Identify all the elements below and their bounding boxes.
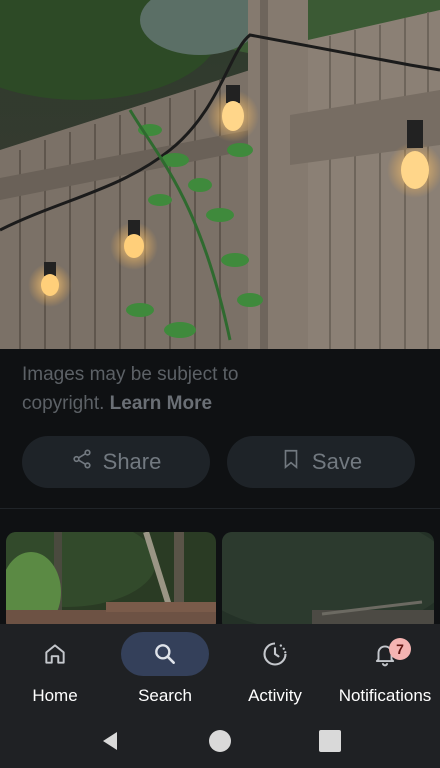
share-label: Share: [102, 449, 162, 474]
nav-home-label: Home: [32, 686, 78, 705]
hero-image[interactable]: [0, 0, 440, 349]
search-icon: [121, 632, 209, 676]
home-circle-icon[interactable]: [200, 714, 240, 768]
nav-activity-label: Activity: [248, 686, 302, 705]
back-icon[interactable]: [90, 714, 130, 768]
bell-icon: 7: [341, 632, 429, 676]
share-icon: [71, 448, 93, 476]
nav-home[interactable]: Home: [0, 624, 110, 714]
divider: [0, 508, 440, 509]
system-navigation-bar: [0, 714, 440, 768]
recents-square-icon[interactable]: [310, 714, 350, 768]
nav-activity[interactable]: Activity: [220, 624, 330, 714]
copyright-caption: Images may be subject to copyright. Lear…: [22, 360, 282, 418]
save-label: Save: [311, 449, 363, 474]
activity-icon: [231, 632, 319, 676]
nav-search[interactable]: Search: [110, 624, 220, 714]
nav-search-label: Search: [138, 686, 192, 705]
nav-notifications[interactable]: 7 Notifications: [330, 624, 440, 714]
nav-notifications-label: Notifications: [338, 686, 432, 705]
bookmark-icon: [280, 448, 302, 476]
bottom-navigation: Home Search Activity 7 Notifications: [0, 624, 440, 714]
share-button[interactable]: Share: [22, 436, 210, 488]
notification-count-badge: 7: [389, 638, 411, 660]
learn-more-link[interactable]: Learn More: [110, 393, 212, 414]
related-image-2[interactable]: [222, 532, 434, 632]
related-image-1[interactable]: [6, 532, 216, 632]
save-button[interactable]: Save: [227, 436, 415, 488]
home-icon: [11, 632, 99, 676]
